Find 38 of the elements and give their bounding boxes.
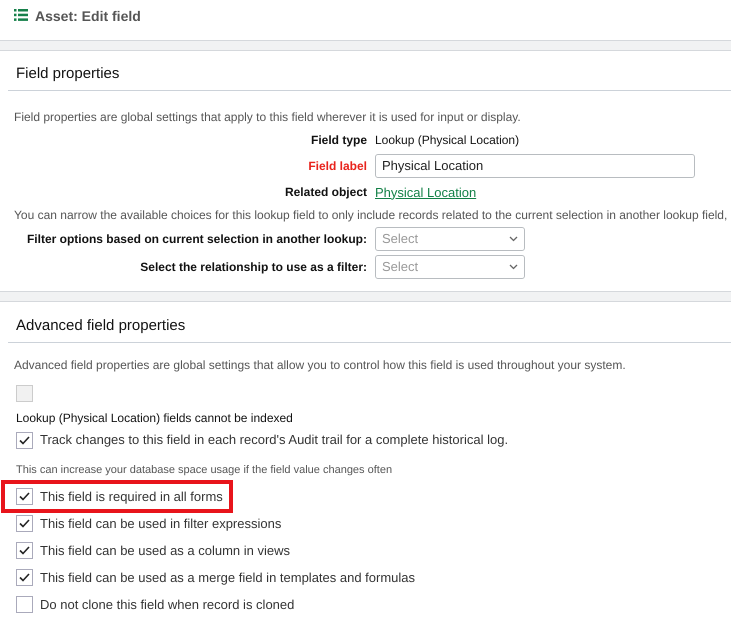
checkbox-label: Track changes to this field in each record's Audit trail for a complete historical log. xyxy=(40,431,508,450)
select-dropdown[interactable]: Select xyxy=(375,227,525,251)
check-icon xyxy=(19,436,30,444)
chevron-down-icon xyxy=(509,264,518,270)
check-icon xyxy=(19,573,30,582)
field-value: Lookup (Physical Location) xyxy=(375,132,520,148)
field-label: Related object xyxy=(284,184,367,202)
chevron-down-icon xyxy=(509,236,518,242)
section-heading: Field properties xyxy=(8,63,731,90)
field-label: Filter options based on current selection in another lookup: xyxy=(26,231,367,248)
checkbox-label: This field can be used as a column in views xyxy=(40,542,290,560)
field-label: Field label xyxy=(307,158,367,174)
text-input[interactable]: Physical Location xyxy=(375,154,695,178)
checkbox-label: This field is required in all forms xyxy=(40,488,223,506)
field-label: Select the relationship to use as a filter: xyxy=(139,259,367,276)
link[interactable]: Physical Location xyxy=(375,184,476,200)
check-icon xyxy=(19,519,30,528)
hint-text: This can increase your database space usage if the field value changes often xyxy=(15,462,394,478)
select-dropdown[interactable]: Select xyxy=(375,255,525,279)
checkbox[interactable] xyxy=(16,515,33,532)
field-label: Field type xyxy=(310,132,367,148)
checkbox[interactable] xyxy=(16,596,33,613)
checkbox-label: This field can be used in filter expressions xyxy=(40,514,282,533)
info-text: Lookup (Physical Location) fields cannot be indexed xyxy=(15,410,294,426)
checkbox-label: This field can be used as a merge field in templates and formulas xyxy=(40,568,416,587)
list-icon xyxy=(14,9,28,21)
filter-note: You can narrow the available choices for this lookup field to only include records related to the current selection in another lookup field, xyxy=(13,207,728,224)
checkbox[interactable] xyxy=(16,569,33,586)
page-title: Asset: Edit field xyxy=(35,7,141,26)
checkbox[interactable] xyxy=(16,432,33,448)
check-icon xyxy=(19,492,30,501)
section-heading: Advanced field properties xyxy=(8,315,731,342)
section-description: Advanced field properties are global settings that allow you to control how this field is used throughout your system. xyxy=(13,356,627,374)
check-icon xyxy=(19,546,30,555)
checkbox[interactable] xyxy=(16,488,33,505)
checkbox[interactable] xyxy=(16,542,33,559)
checkbox-label: Do not clone this field when record is cloned xyxy=(40,596,294,614)
section-description: Field properties are global settings that apply to this field wherever it is used for input or display. xyxy=(13,108,522,126)
